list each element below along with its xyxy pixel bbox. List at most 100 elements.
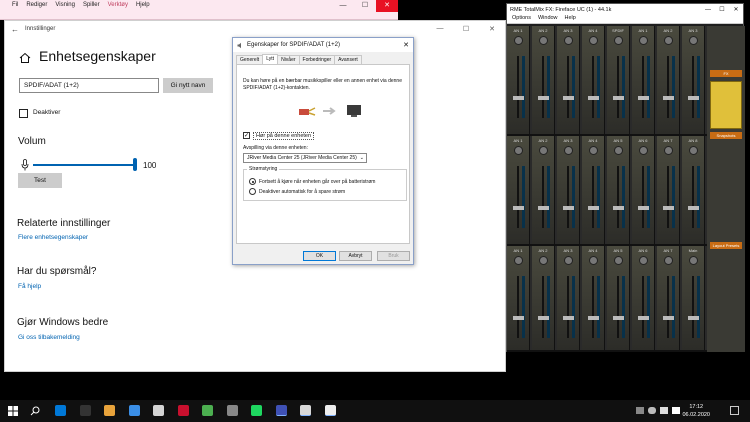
channel-strip[interactable]: Main (682, 246, 705, 350)
close-button[interactable]: ✕ (376, 0, 398, 12)
totalmix-menu-item[interactable]: Options (512, 15, 531, 23)
channel-strip[interactable]: AN 5 (607, 136, 630, 244)
channel-strip[interactable]: AN 3 (557, 246, 580, 350)
close-button[interactable]: ✕ (729, 6, 743, 13)
fader-cap[interactable] (588, 206, 599, 210)
fader-cap[interactable] (613, 96, 624, 100)
channel-strip[interactable]: AN 4 (582, 26, 605, 134)
gain-knob[interactable] (564, 146, 573, 155)
fader-cap[interactable] (588, 96, 599, 100)
gain-knob[interactable] (664, 36, 673, 45)
fader-cap[interactable] (538, 206, 549, 210)
fader-track[interactable] (567, 56, 569, 118)
gain-knob[interactable] (514, 146, 523, 155)
fader-track[interactable] (692, 56, 694, 118)
dialog-close-button[interactable]: ✕ (399, 41, 413, 49)
gain-knob[interactable] (514, 36, 523, 45)
channel-strip[interactable]: AN 5 (607, 246, 630, 350)
fader-track[interactable] (542, 56, 544, 118)
maximize-button[interactable]: ☐ (453, 25, 479, 33)
disable-checkbox[interactable] (19, 109, 28, 118)
menu-item[interactable]: Visning (55, 2, 75, 8)
gain-knob[interactable] (664, 256, 673, 265)
fader-track[interactable] (517, 276, 519, 338)
fader-track[interactable] (692, 166, 694, 228)
test-button[interactable]: Test (18, 173, 62, 188)
playback-device-select[interactable]: JRiver Media Center 25 (JRiver Media Cen… (243, 153, 367, 163)
device-name-input[interactable]: SPDIF/ADAT (1+2) (19, 78, 159, 93)
channel-strip[interactable]: AN 7 (657, 246, 680, 350)
fader-track[interactable] (667, 166, 669, 228)
fader-cap[interactable] (663, 316, 674, 320)
gain-knob[interactable] (689, 256, 698, 265)
channel-strip[interactable]: AN 3 (557, 26, 580, 134)
fader-track[interactable] (567, 166, 569, 228)
fader-track[interactable] (567, 276, 569, 338)
maximize-button[interactable]: ☐ (354, 0, 376, 12)
fader-track[interactable] (592, 276, 594, 338)
fader-cap[interactable] (638, 206, 649, 210)
channel-strip[interactable]: AN 1 (632, 26, 655, 134)
fader-cap[interactable] (563, 316, 574, 320)
gain-knob[interactable] (589, 146, 598, 155)
continue-on-battery-radio[interactable] (249, 178, 256, 185)
gain-knob[interactable] (614, 256, 623, 265)
gain-knob[interactable] (539, 146, 548, 155)
fader-track[interactable] (517, 56, 519, 118)
apply-button[interactable]: Bruk (377, 251, 410, 261)
menu-item[interactable]: Hjelp (136, 2, 150, 8)
fader-track[interactable] (542, 166, 544, 228)
gain-knob[interactable] (539, 256, 548, 265)
fader-cap[interactable] (688, 206, 699, 210)
minimize-button[interactable]: — (332, 0, 354, 12)
fader-cap[interactable] (663, 96, 674, 100)
taskbar-app-icon[interactable] (324, 405, 336, 416)
gain-knob[interactable] (589, 256, 598, 265)
minimize-button[interactable]: — (427, 25, 453, 33)
taskbar-app-icon[interactable] (104, 405, 115, 416)
fader-track[interactable] (642, 276, 644, 338)
cloud-icon[interactable] (648, 407, 656, 414)
feedback-link[interactable]: Gi oss tilbakemelding (18, 334, 80, 341)
gain-knob[interactable] (614, 36, 623, 45)
taskbar-app-icon[interactable] (251, 405, 262, 416)
fader-track[interactable] (617, 276, 619, 338)
fader-track[interactable] (667, 276, 669, 338)
gain-knob[interactable] (514, 256, 523, 265)
gain-knob[interactable] (639, 36, 648, 45)
volume-icon[interactable] (672, 407, 680, 414)
fader-track[interactable] (517, 166, 519, 228)
back-arrow-icon[interactable]: ← (5, 25, 25, 34)
fader-track[interactable] (592, 56, 594, 118)
taskbar-app-icon[interactable] (275, 405, 287, 416)
fader-cap[interactable] (513, 96, 524, 100)
gain-knob[interactable] (664, 146, 673, 155)
gain-knob[interactable] (614, 146, 623, 155)
fader-track[interactable] (542, 276, 544, 338)
tray-app-icon[interactable] (636, 407, 644, 414)
channel-strip[interactable]: AN 2 (532, 246, 555, 350)
menu-item[interactable]: Fil (12, 2, 18, 8)
fader-cap[interactable] (688, 96, 699, 100)
fader-track[interactable] (692, 276, 694, 338)
gain-knob[interactable] (689, 146, 698, 155)
taskbar-app-icon[interactable] (177, 405, 189, 416)
windows-start-icon[interactable] (8, 406, 18, 416)
monitor-buttons[interactable] (710, 81, 742, 129)
fader-track[interactable] (642, 166, 644, 228)
ok-button[interactable]: OK (303, 251, 336, 261)
gain-knob[interactable] (564, 36, 573, 45)
channel-strip[interactable]: AN 2 (657, 26, 680, 134)
notification-icon[interactable] (730, 406, 739, 415)
fader-cap[interactable] (538, 316, 549, 320)
gain-knob[interactable] (589, 36, 598, 45)
menu-item[interactable]: Rediger (26, 2, 47, 8)
taskbar-app-icon[interactable] (79, 405, 91, 416)
volume-slider-track[interactable] (33, 164, 135, 166)
cancel-button[interactable]: Avbryt (339, 251, 372, 261)
channel-strip[interactable]: AN 8 (682, 136, 705, 244)
rename-button[interactable]: Gi nytt navn (163, 78, 213, 93)
volume-slider-thumb[interactable] (133, 158, 137, 171)
fader-cap[interactable] (613, 316, 624, 320)
more-device-properties-link[interactable]: Flere enhetsegenskaper (18, 234, 88, 241)
